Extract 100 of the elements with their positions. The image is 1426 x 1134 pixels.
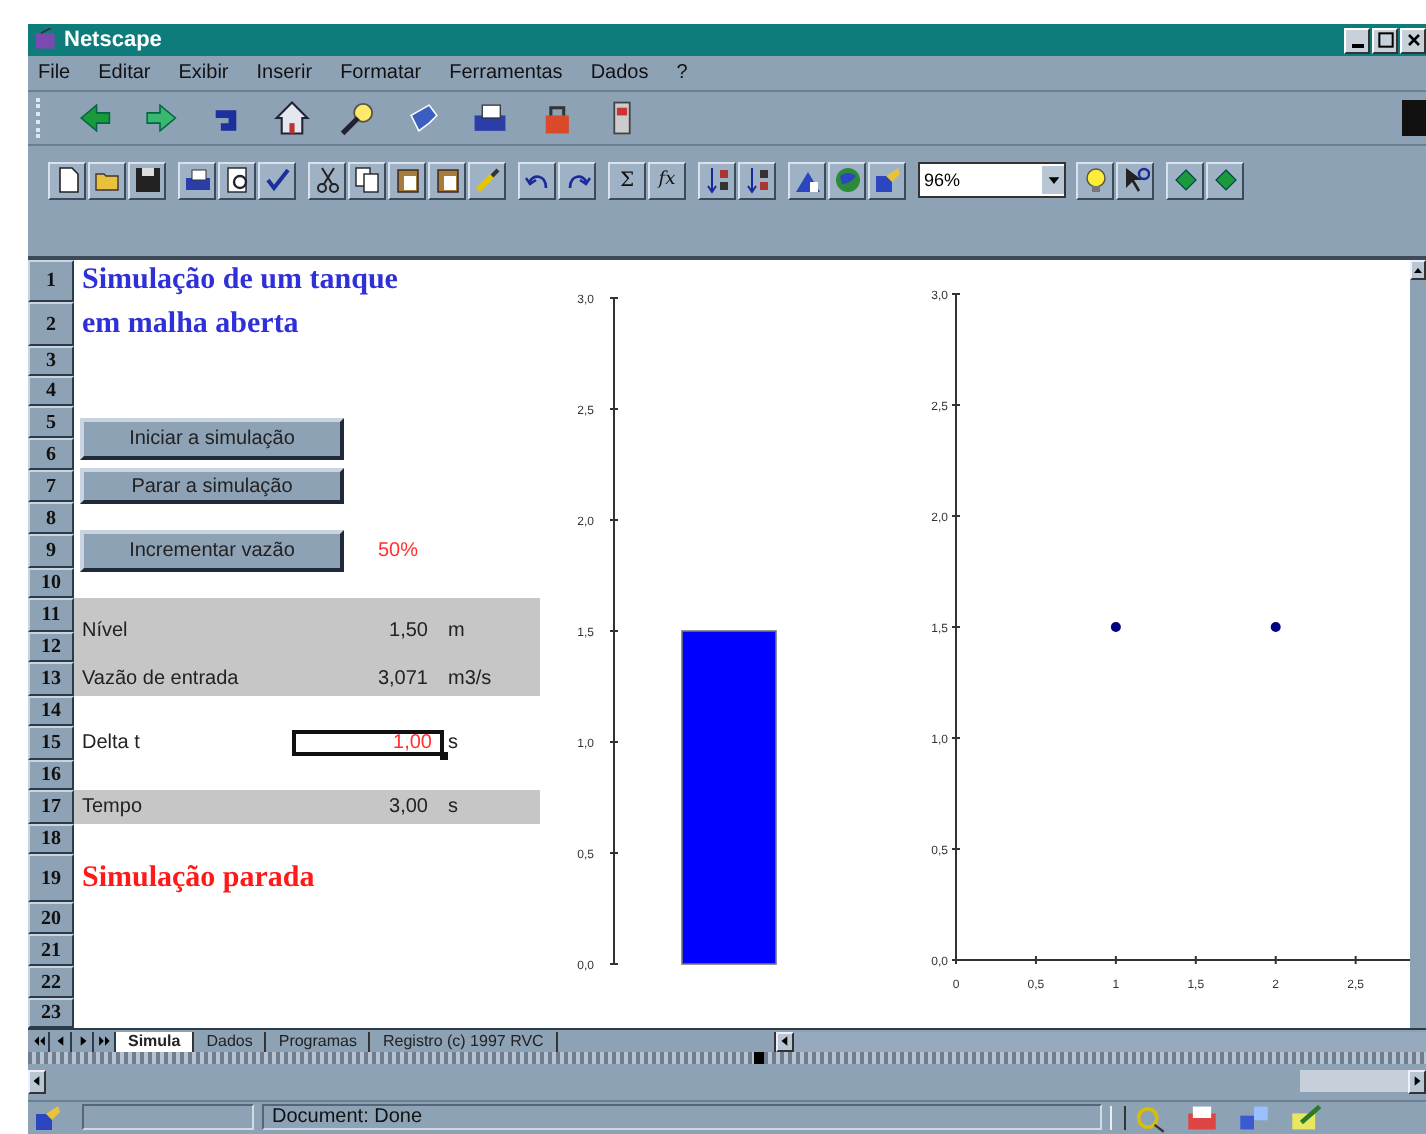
row-header[interactable]: 20	[28, 902, 74, 934]
new-file-icon	[53, 166, 81, 194]
row-header[interactable]: 12	[28, 632, 74, 662]
menu-item[interactable]: Editar	[98, 62, 151, 84]
menu-item[interactable]: Inserir	[256, 62, 313, 84]
composer-icon[interactable]	[1290, 1101, 1322, 1133]
copy-button[interactable]	[348, 161, 386, 199]
menu-item[interactable]: Exibir	[178, 62, 229, 84]
logo-icon	[1402, 100, 1426, 136]
row-header[interactable]: 9	[28, 534, 74, 568]
sum-button[interactable]: Σ	[608, 161, 646, 199]
right-nav-button[interactable]	[1206, 161, 1244, 199]
cell-unit: m	[446, 619, 465, 641]
row-header[interactable]: 5	[28, 406, 74, 438]
splitter-handle[interactable]	[754, 1052, 764, 1064]
dropdown-arrow-icon	[1045, 172, 1061, 188]
row-header[interactable]: 19	[28, 854, 74, 902]
row-header[interactable]: 15	[28, 726, 74, 760]
row-header[interactable]: 7	[28, 470, 74, 502]
menu-item[interactable]: ?	[676, 62, 688, 84]
sheet-button[interactable]: Iniciar a simulação	[80, 417, 344, 459]
open-folder-button[interactable]	[88, 161, 126, 199]
print-preview-button[interactable]	[218, 161, 256, 199]
paste-special-button[interactable]	[428, 161, 466, 199]
print-icon[interactable]	[472, 100, 508, 136]
cut-button[interactable]	[308, 161, 346, 199]
fill-handle[interactable]	[440, 752, 448, 760]
chart-button[interactable]	[788, 161, 826, 199]
row-header[interactable]: 23	[28, 998, 74, 1028]
data-point	[1270, 622, 1281, 632]
drawing-button[interactable]	[868, 161, 906, 199]
row-header[interactable]: 4	[28, 376, 74, 406]
paste-special-icon	[433, 166, 461, 194]
simulation-status: Simulação parada	[80, 861, 315, 895]
row-header[interactable]: 17	[28, 790, 74, 824]
map-icon	[833, 166, 861, 194]
row-header[interactable]: 11	[28, 598, 74, 632]
menu-item[interactable]: File	[38, 62, 71, 84]
row-header[interactable]: 18	[28, 824, 74, 854]
scroll-up-icon[interactable]	[1412, 263, 1424, 277]
sort-ascending-button[interactable]	[698, 161, 736, 199]
close-button[interactable]	[1400, 27, 1426, 53]
scroll-right-icon[interactable]	[1410, 1074, 1424, 1088]
scroll-left-icon[interactable]	[30, 1074, 44, 1088]
row-header[interactable]: 16	[28, 760, 74, 790]
undo-button[interactable]	[518, 161, 556, 199]
sheet-button[interactable]: Parar a simulação	[80, 468, 344, 504]
new-file-button[interactable]	[48, 161, 86, 199]
row-header[interactable]: 10	[28, 568, 74, 598]
row-header[interactable]: 13	[28, 662, 74, 696]
help-button[interactable]	[1116, 161, 1154, 199]
cell-unit: s	[446, 796, 458, 818]
forward-icon[interactable]	[142, 100, 178, 136]
row-header[interactable]: 1	[28, 260, 74, 302]
menu-item[interactable]: Ferramentas	[449, 62, 563, 84]
app-icon	[34, 28, 58, 52]
next-sheet-icon[interactable]	[75, 1034, 89, 1048]
row-header[interactable]: 21	[28, 934, 74, 966]
previous-sheet-icon[interactable]	[53, 1034, 67, 1048]
help-icon	[1121, 166, 1149, 194]
left-nav-button[interactable]	[1166, 161, 1204, 199]
function-button[interactable]: fx	[648, 161, 686, 199]
scroll-left-icon[interactable]	[777, 1034, 792, 1048]
row-header[interactable]: 3	[28, 346, 74, 376]
row-header[interactable]: 2	[28, 302, 74, 346]
scroll-thumb[interactable]	[1300, 1070, 1408, 1092]
format-painter-button[interactable]	[468, 161, 506, 199]
spelling-button[interactable]	[258, 161, 296, 199]
menu-item[interactable]: Formatar	[340, 62, 422, 84]
window-title: Netscape	[64, 28, 162, 52]
input-cell[interactable]: 1,00	[292, 730, 444, 756]
menu-item[interactable]: Dados	[590, 62, 649, 84]
vertical-scrollbar[interactable]	[1410, 260, 1426, 1028]
toolbar-grip[interactable]	[36, 98, 46, 138]
row-header[interactable]: 22	[28, 966, 74, 998]
home-icon[interactable]	[274, 100, 310, 136]
sort-descending-button[interactable]	[738, 161, 776, 199]
tip-button[interactable]	[1076, 161, 1114, 199]
row-header[interactable]: 8	[28, 502, 74, 534]
horizontal-scrollbar[interactable]	[28, 1068, 1426, 1094]
save-button[interactable]	[128, 161, 166, 199]
first-sheet-icon[interactable]	[31, 1034, 45, 1048]
map-button[interactable]	[828, 161, 866, 199]
sheet-horizontal-scrollbar[interactable]	[773, 1031, 1426, 1051]
cell-value: 3,00	[387, 796, 428, 818]
last-sheet-icon[interactable]	[97, 1034, 111, 1048]
mailbox-icon[interactable]	[1186, 1101, 1218, 1133]
cell-value: 1,50	[387, 619, 428, 641]
redo-button[interactable]	[558, 161, 596, 199]
row-header[interactable]: 6	[28, 438, 74, 470]
sheet-tab[interactable]: Simula	[116, 1031, 195, 1051]
zoom-dropdown[interactable]: 96%	[918, 162, 1066, 198]
print-button[interactable]	[178, 161, 216, 199]
back-icon[interactable]	[76, 100, 112, 136]
maximize-button[interactable]	[1372, 27, 1398, 53]
paste-button[interactable]	[388, 161, 426, 199]
sheet-button[interactable]: Incrementar vazão	[80, 530, 344, 572]
search-icon[interactable]	[340, 100, 376, 136]
row-header[interactable]: 14	[28, 696, 74, 726]
minimize-button[interactable]	[1344, 27, 1370, 53]
